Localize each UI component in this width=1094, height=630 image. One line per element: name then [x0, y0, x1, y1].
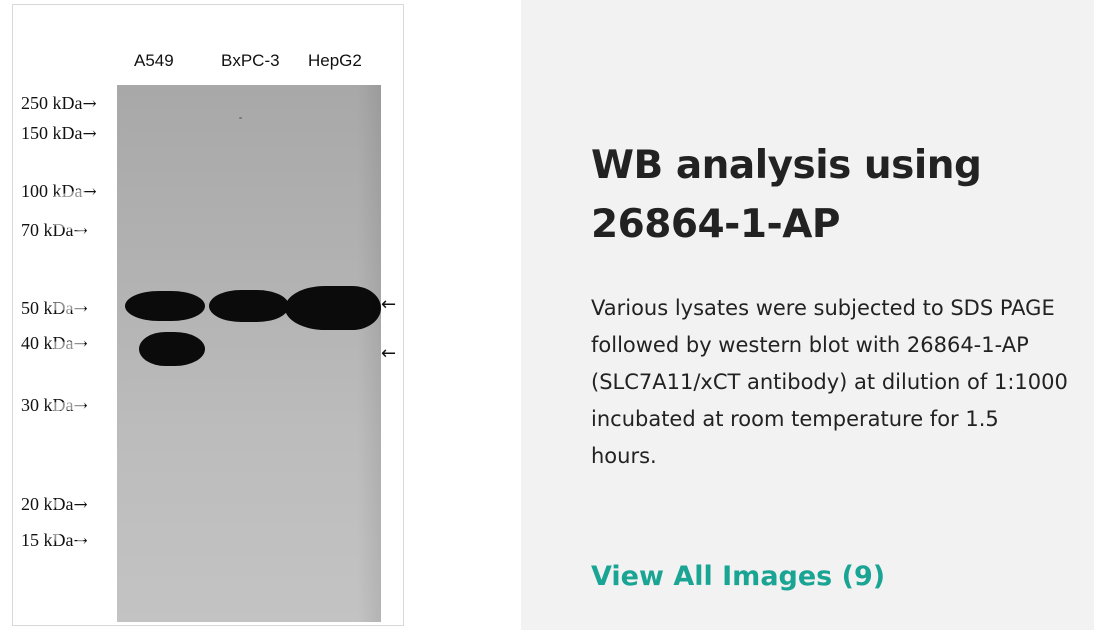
- watermark-text: WWW.PTGLAB.COM: [44, 139, 93, 628]
- blot-membrane: [117, 85, 381, 622]
- lane-label-a549: A549: [134, 51, 174, 70]
- membrane-speck: [239, 117, 242, 119]
- lane-label-bxpc3: BxPC-3: [221, 51, 280, 70]
- lane-label-hepg2: HepG2: [308, 51, 362, 70]
- figure-description: Various lysates were subjected to SDS PA…: [591, 296, 1068, 468]
- view-all-images-link[interactable]: View All Images (9): [591, 561, 885, 592]
- western-blot-image: A549 BxPC-3 HepG2 250 kDa→ 150 kDa→ 100 …: [12, 4, 404, 628]
- band-bxpc3: [209, 290, 289, 322]
- info-panel: WB analysis using 26864-1-AP Various lys…: [521, 0, 1094, 630]
- watermark: WWW.PTGLAB.COM: [44, 139, 105, 628]
- band-hepg2: [285, 286, 381, 330]
- band-arrow-upper: ←: [381, 294, 397, 315]
- figure-title: WB analysis using 26864-1-AP: [591, 143, 982, 247]
- band-a549-upper: [125, 291, 205, 321]
- band-a549-lower: [139, 332, 205, 366]
- marker-250: 250 kDa→: [21, 93, 97, 114]
- band-arrow-lower: ←: [381, 343, 397, 364]
